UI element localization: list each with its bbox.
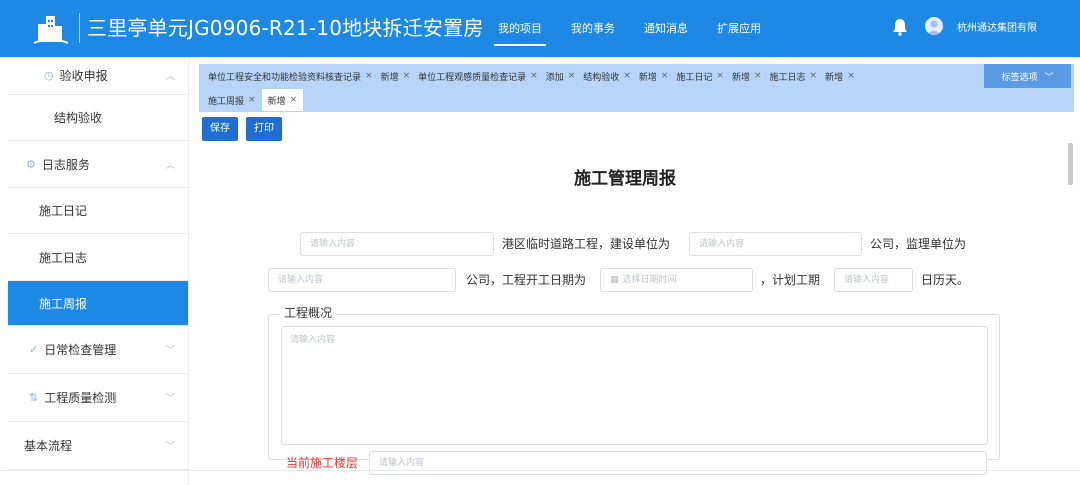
tab-item[interactable]: 新增 × bbox=[639, 70, 669, 83]
project-overview-textarea[interactable]: 请输入内容 bbox=[281, 326, 988, 445]
sidebar-item-acceptance-declaration[interactable]: ◷ 验收申报 ︿ bbox=[8, 57, 188, 95]
tab-item[interactable]: 施工日志 × bbox=[770, 70, 818, 83]
construction-unit-input[interactable]: 请输入内容 bbox=[689, 232, 862, 256]
sidebar-item-basic-process[interactable]: 基本流程 ﹀ bbox=[8, 422, 188, 470]
sidebar-item-label: 日常检查管理 bbox=[44, 343, 117, 357]
sidebar-item-quality-testing[interactable]: ⇅ 工程质量检测 ﹀ bbox=[8, 374, 188, 422]
tab-item[interactable]: 单位工程安全和功能检验资料核查记录 × bbox=[208, 70, 373, 83]
scrollbar[interactable] bbox=[1068, 143, 1073, 185]
close-icon[interactable]: × bbox=[365, 71, 373, 81]
tab-row-2: 施工周报 × 新增 × bbox=[208, 88, 311, 112]
gear-icon: ⚙ bbox=[26, 157, 36, 171]
chevron-down-icon: ﹀ bbox=[165, 346, 175, 356]
sidebar-item-structure-acceptance[interactable]: 结构验收 bbox=[8, 95, 188, 141]
sidebar-item-label: 基本流程 bbox=[24, 439, 73, 453]
start-date-picker[interactable]: ▦ 选择日期时间 bbox=[600, 268, 753, 292]
calendar-icon: ▦ bbox=[610, 275, 619, 285]
close-icon[interactable]: × bbox=[716, 71, 724, 81]
tab-item[interactable]: 添加 × bbox=[546, 70, 576, 83]
current-floor-input[interactable]: 请输入内容 bbox=[369, 451, 987, 475]
close-icon[interactable]: × bbox=[568, 71, 576, 81]
tab-options-dropdown[interactable]: 标签选项 ﹀ bbox=[984, 64, 1071, 88]
page-title: 施工管理周报 bbox=[574, 169, 676, 189]
close-icon[interactable]: × bbox=[847, 71, 855, 81]
divider bbox=[0, 470, 1080, 471]
sidebar-item-label: 结构验收 bbox=[54, 111, 103, 125]
tab-item[interactable]: 施工日记 × bbox=[676, 70, 724, 83]
close-icon[interactable]: × bbox=[623, 71, 631, 81]
clock-icon: ◷ bbox=[44, 69, 54, 82]
sidebar-item-construction-diary[interactable]: 施工日记 bbox=[8, 188, 188, 234]
sidebar-item-construction-log[interactable]: 施工日志 bbox=[8, 234, 188, 281]
logo-divider bbox=[79, 13, 80, 43]
tab-row-1: 单位工程安全和功能检验资料核查记录 × 新增 × 单位工程观感质量检查记录 × 添加 ×… bbox=[208, 64, 863, 88]
tab-bar: 单位工程安全和功能检验资料核查记录 × 新增 × 单位工程观感质量检查记录 × 添加 ×… bbox=[199, 64, 1074, 112]
sidebar-item-daily-inspection[interactable]: ✓ 日常检查管理 ﹀ bbox=[8, 326, 188, 374]
form-text: 港区临时道路工程，建设单位为 bbox=[502, 237, 671, 251]
chevron-down-icon: ﹀ bbox=[165, 394, 175, 404]
close-icon[interactable]: × bbox=[661, 71, 669, 81]
app-title: 三里亭单元JG0906-R21-10地块拆迁安置房 bbox=[87, 16, 484, 40]
sidebar-item-label: 日志服务 bbox=[41, 157, 90, 172]
sidebar-item-log-service[interactable]: ⚙ 日志服务 ︿ bbox=[8, 141, 188, 188]
print-button[interactable]: 打印 bbox=[246, 117, 282, 141]
supervision-unit-input[interactable]: 请输入内容 bbox=[268, 268, 456, 292]
top-nav: 我的项目 我的事务 通知消息 扩展应用 bbox=[490, 0, 782, 57]
tab-item[interactable]: 新增 × bbox=[732, 70, 762, 83]
tab-item[interactable]: 新增 × bbox=[825, 70, 855, 83]
tab-item[interactable]: 新增 × bbox=[381, 70, 411, 83]
nav-extensions[interactable]: 扩展应用 bbox=[709, 0, 769, 57]
planned-duration-input[interactable]: 请输入内容 bbox=[834, 268, 913, 292]
sidebar-item-weekly-report[interactable]: 施工周报 bbox=[8, 281, 188, 326]
top-header: 三里亭单元JG0906-R21-10地块拆迁安置房 我的项目 我的事务 通知消息… bbox=[0, 0, 1080, 57]
close-icon[interactable]: × bbox=[290, 95, 298, 105]
sort-icon: ⇅ bbox=[29, 391, 39, 404]
close-icon[interactable]: × bbox=[754, 71, 762, 81]
sidebar-item-label: 施工周报 bbox=[39, 296, 88, 311]
sidebar-item-label: 工程质量检测 bbox=[44, 391, 117, 405]
sidebar-item-label: 验收申报 bbox=[59, 69, 108, 83]
form-text: 公司，工程开工日期为 bbox=[466, 273, 587, 287]
chevron-up-icon: ︿ bbox=[165, 160, 175, 171]
save-button[interactable]: 保存 bbox=[202, 117, 238, 141]
project-name-input[interactable]: 请输入内容 bbox=[300, 232, 494, 256]
close-icon[interactable]: × bbox=[248, 95, 256, 105]
form-text: 公司，监理单位为 bbox=[870, 237, 967, 251]
tab-item-active[interactable]: 新增 × bbox=[261, 89, 304, 111]
sidebar: ◷ 验收申报 ︿ 结构验收 ⚙ 日志服务 ︿ 施工日记 施工日志 施工周报 ✓ … bbox=[8, 57, 189, 485]
bell-icon[interactable] bbox=[892, 18, 908, 36]
tab-item[interactable]: 单位工程观感质量检查记录 × bbox=[418, 70, 538, 83]
tab-item[interactable]: 施工周报 × bbox=[208, 94, 256, 107]
chevron-up-icon: ︿ bbox=[165, 72, 175, 82]
chevron-down-icon: ﹀ bbox=[165, 442, 175, 452]
building-logo-icon bbox=[33, 16, 69, 44]
close-icon[interactable]: × bbox=[403, 71, 411, 81]
nav-my-projects[interactable]: 我的项目 bbox=[490, 0, 550, 57]
nav-my-affairs[interactable]: 我的事务 bbox=[563, 0, 623, 57]
project-overview-label: 工程概况 bbox=[280, 304, 337, 321]
company-name[interactable]: 杭州通达集团有限 bbox=[957, 0, 1037, 57]
sidebar-item-label: 施工日记 bbox=[39, 204, 88, 218]
check-icon: ✓ bbox=[29, 343, 39, 356]
tab-item[interactable]: 结构验收 × bbox=[583, 70, 631, 83]
close-icon[interactable]: × bbox=[530, 71, 538, 81]
form-text: 日历天。 bbox=[921, 273, 970, 287]
sidebar-item-label: 施工日志 bbox=[39, 250, 88, 265]
close-icon[interactable]: × bbox=[810, 71, 818, 81]
nav-notifications[interactable]: 通知消息 bbox=[636, 0, 696, 57]
chevron-down-icon: ﹀ bbox=[1044, 72, 1054, 83]
user-avatar-icon[interactable] bbox=[925, 17, 943, 35]
form-text: ，计划工期 bbox=[760, 273, 821, 287]
